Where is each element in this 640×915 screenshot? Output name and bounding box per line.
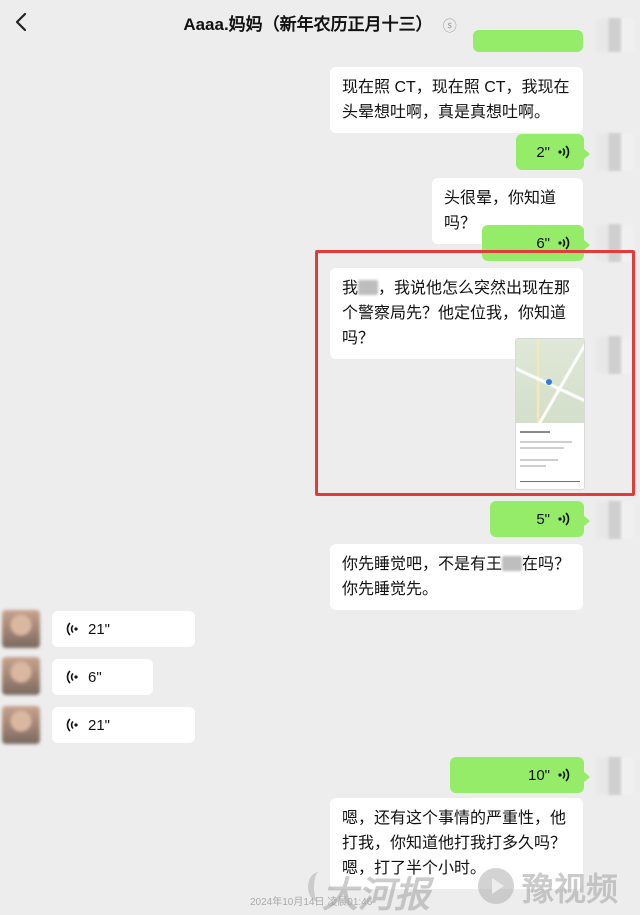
voice-duration: 21" xyxy=(88,716,111,734)
message-text-part: 你先睡觉吧，不是有王 xyxy=(342,556,503,573)
contact-avatar[interactable] xyxy=(2,610,40,648)
my-avatar[interactable] xyxy=(596,133,634,171)
voice-wave-icon xyxy=(66,622,78,636)
mute-icon: ⓢ xyxy=(442,17,457,34)
voice-message-sent[interactable]: 10" xyxy=(450,757,590,793)
watermark-brand: 大河报 xyxy=(322,874,431,915)
voice-message-sent[interactable]: 2" xyxy=(516,134,590,170)
received-text-message[interactable]: 现在照 CT，现在照 CT，我现在头晕想吐啊，真是真想吐啊。 xyxy=(330,67,583,133)
voice-wave-icon xyxy=(558,512,570,526)
voice-message-received[interactable]: 6" xyxy=(52,659,153,695)
watermark-play-icon xyxy=(478,868,514,904)
chat-title-text: Aaaa.妈妈（新年农历正月十三） xyxy=(183,15,433,34)
voice-duration: 6" xyxy=(88,668,102,686)
back-chevron-icon[interactable] xyxy=(8,8,36,36)
my-avatar[interactable] xyxy=(596,757,634,795)
voice-duration: 10" xyxy=(527,766,550,784)
message-text: 现在照 CT，现在照 CT，我现在头晕想吐啊，真是真想吐啊。 xyxy=(342,79,570,121)
voice-wave-icon xyxy=(66,718,78,732)
voice-duration: 2" xyxy=(536,143,550,161)
voice-wave-icon xyxy=(558,768,570,782)
my-avatar[interactable] xyxy=(596,18,634,52)
voice-duration: 21" xyxy=(88,620,111,638)
contact-avatar[interactable] xyxy=(2,706,40,744)
voice-wave-icon xyxy=(558,236,570,250)
voice-message-sent[interactable]: 5" xyxy=(490,501,590,537)
redacted-name xyxy=(502,556,523,571)
watermark-video-text: 豫视频 xyxy=(522,871,619,907)
received-text-message[interactable]: 你先睡觉吧，不是有王 在吗？你先睡觉先。 xyxy=(330,544,583,610)
my-avatar[interactable] xyxy=(596,501,634,539)
voice-wave-icon xyxy=(66,670,78,684)
contact-avatar[interactable] xyxy=(2,657,40,695)
voice-message-partial[interactable] xyxy=(473,30,583,52)
voice-message-received[interactable]: 21" xyxy=(52,707,195,743)
voice-duration: 5" xyxy=(536,510,550,528)
highlight-box xyxy=(315,250,635,496)
voice-message-received[interactable]: 21" xyxy=(52,611,195,647)
voice-wave-icon xyxy=(558,145,570,159)
